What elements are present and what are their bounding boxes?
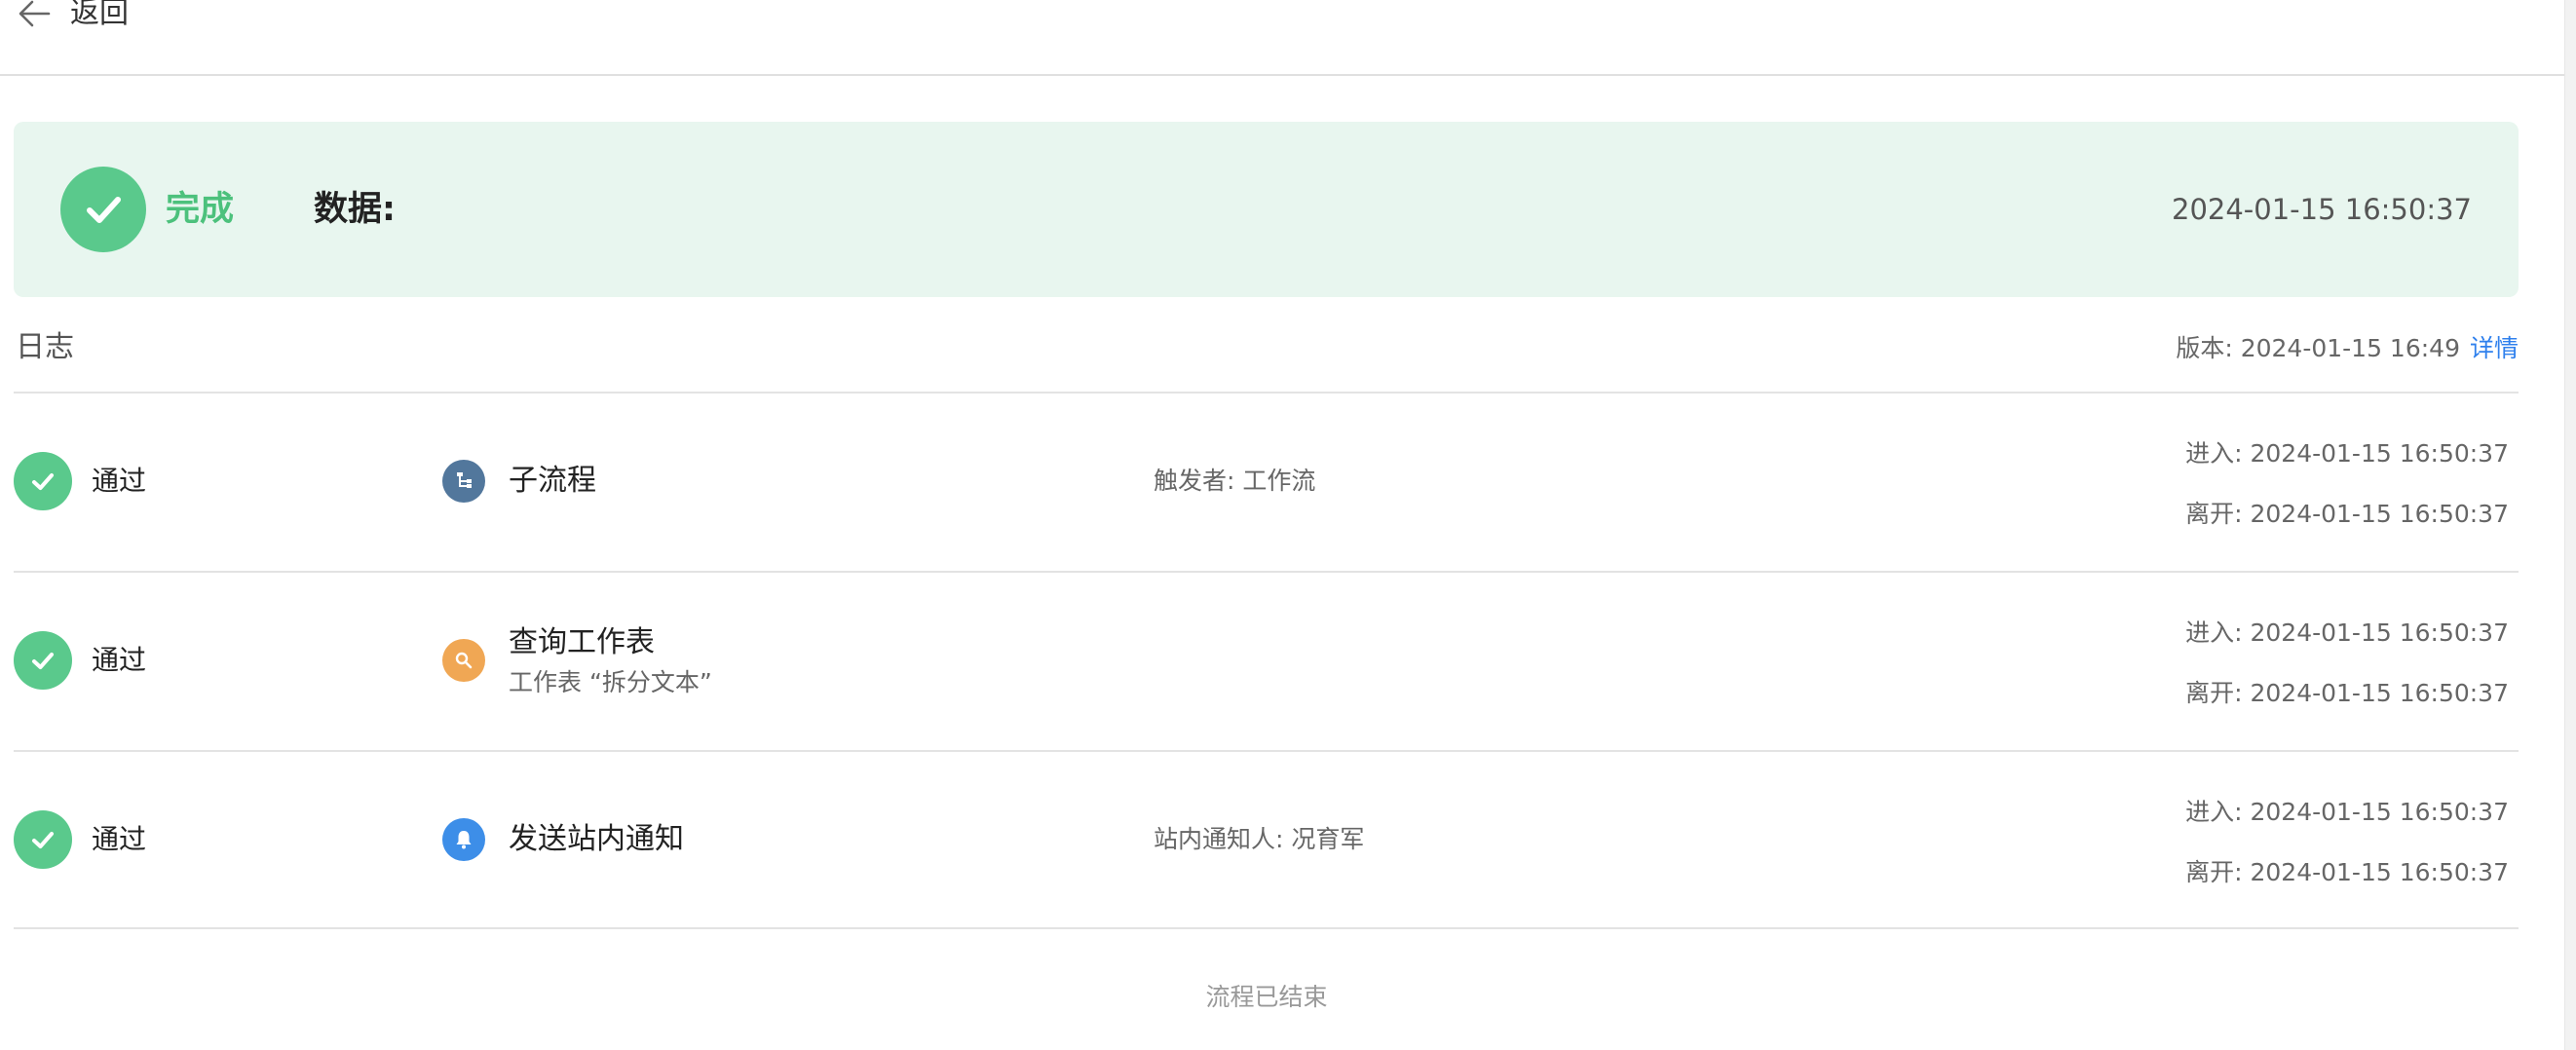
node-title: 发送站内通知 — [509, 822, 684, 856]
leave-time: 离开: 2024-01-15 16:50:37 — [2185, 679, 2509, 707]
row-status: 通过 — [92, 644, 147, 676]
pass-check-icon — [14, 810, 72, 869]
arrow-left-icon — [19, 0, 51, 27]
back-label: 返回 — [70, 0, 129, 30]
top-bar: 返回 — [0, 0, 2564, 76]
row-status: 通过 — [92, 823, 147, 855]
enter-time: 进入: 2024-01-15 16:50:37 — [2185, 619, 2509, 647]
pass-check-icon — [14, 631, 72, 690]
data-label: 数据: — [314, 190, 396, 229]
enter-time: 进入: 2024-01-15 16:50:37 — [2185, 798, 2509, 826]
vertical-scrollbar[interactable] — [2564, 0, 2576, 1050]
log-row: 通过 发送站内通知 站内通知人: 况育军 进入: 2024-01-15 16:5… — [14, 750, 2519, 929]
success-check-icon — [60, 167, 146, 252]
leave-time: 离开: 2024-01-15 16:50:37 — [2185, 858, 2509, 886]
detail-link[interactable]: 详情 — [2470, 334, 2519, 362]
search-icon — [442, 639, 485, 682]
log-header: 日志 版本: 2024-01-15 16:49 详情 — [14, 319, 2519, 392]
log-title: 日志 — [16, 330, 74, 364]
back-button[interactable]: 返回 — [18, 0, 129, 35]
version-label: 版本: 2024-01-15 16:49 — [2176, 334, 2460, 362]
log-row: 通过 查询工作表 工作表 “拆分文本” 进入: 2024-01-15 16:50… — [14, 571, 2519, 750]
node-subtitle: 工作表 “拆分文本” — [509, 668, 712, 696]
node-title: 查询工作表 — [509, 625, 655, 659]
divider — [14, 927, 2519, 929]
result-summary-card: 完成 数据: 2024-01-15 16:50:37 — [14, 122, 2519, 297]
log-row: 通过 子流程 触发者: 工作流 进入: 2024-01-15 16:50:37 … — [14, 392, 2519, 571]
enter-time: 进入: 2024-01-15 16:50:37 — [2185, 439, 2509, 468]
subprocess-icon — [442, 460, 485, 503]
version-info: 版本: 2024-01-15 16:49 详情 — [2176, 327, 2519, 370]
bell-icon — [442, 818, 485, 861]
node-meta: 站内通知人: 况育军 — [1154, 825, 1365, 853]
flow-end-text: 流程已结束 — [1205, 983, 1328, 1011]
result-status: 完成 — [166, 190, 235, 229]
result-timestamp: 2024-01-15 16:50:37 — [2172, 193, 2472, 226]
node-meta: 触发者: 工作流 — [1154, 467, 1316, 495]
row-status: 通过 — [92, 465, 147, 497]
leave-time: 离开: 2024-01-15 16:50:37 — [2185, 500, 2509, 528]
node-title: 子流程 — [509, 464, 596, 498]
pass-check-icon — [14, 452, 72, 510]
